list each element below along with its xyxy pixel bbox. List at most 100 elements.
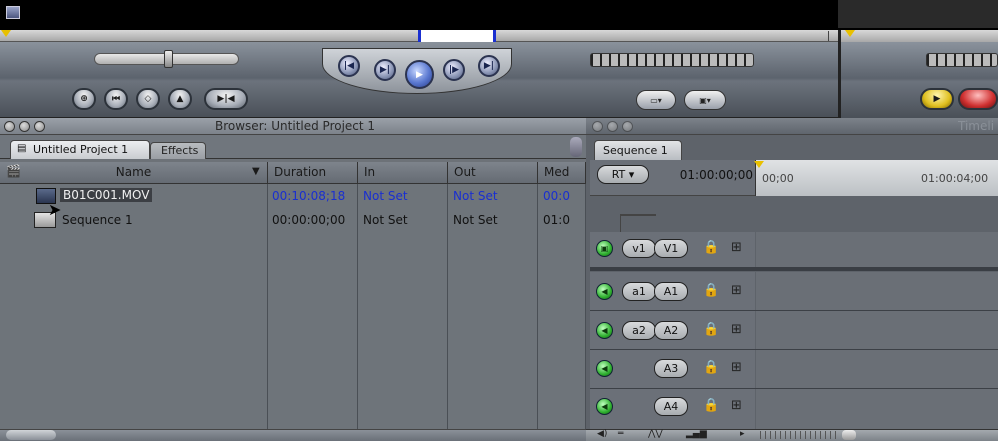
column-header-in[interactable]: In bbox=[358, 162, 448, 184]
column-header-name[interactable]: 🎬 Name ▼ bbox=[0, 162, 268, 184]
table-row[interactable]: Sequence 1 00:00:00;00 Not Set Not Set 0… bbox=[0, 210, 586, 230]
audio-track-lane[interactable] bbox=[756, 272, 998, 429]
clip-media: 00:0 bbox=[543, 189, 570, 203]
zoom-icon[interactable] bbox=[622, 121, 633, 132]
sequence-in: Not Set bbox=[363, 213, 408, 227]
tab-sequence[interactable]: Sequence 1 bbox=[594, 140, 682, 160]
mark-in-icon[interactable]: ⏮ bbox=[104, 88, 128, 110]
dest-track-a1[interactable]: A1 bbox=[654, 282, 688, 301]
audio-enable-icon[interactable]: ◀ bbox=[596, 398, 613, 415]
add-marker-icon[interactable]: ◇ bbox=[136, 88, 160, 110]
zoom-slider-left-icon[interactable]: ▸ bbox=[740, 429, 745, 439]
track-visibility-icon[interactable]: ▣ bbox=[596, 240, 613, 257]
viewer-playhead-icon[interactable] bbox=[1, 30, 11, 37]
lock-icon[interactable]: 🔒 bbox=[703, 283, 719, 298]
audio-enable-icon[interactable]: ◀ bbox=[596, 360, 613, 377]
audio-enable-icon[interactable]: ◀ bbox=[596, 322, 613, 339]
dest-label: A2 bbox=[663, 324, 679, 337]
source-label: a1 bbox=[632, 285, 646, 298]
lock-icon[interactable]: 🔒 bbox=[703, 398, 719, 413]
source-track-a2[interactable]: a2 bbox=[622, 321, 656, 340]
zoom-icon[interactable] bbox=[34, 121, 45, 132]
header-label: Med bbox=[544, 165, 570, 179]
tab-untitled-project[interactable]: ▤ Untitled Project 1 bbox=[10, 140, 150, 159]
timeline-ruler[interactable]: 00;00 01:00:04;00 bbox=[755, 160, 998, 196]
clip-name[interactable]: B01C001.MOV bbox=[60, 188, 153, 202]
source-track-v1[interactable]: v1 bbox=[622, 239, 656, 258]
sequence-media: 01:0 bbox=[543, 213, 570, 227]
source-track-a1[interactable]: a1 bbox=[622, 282, 656, 301]
canvas-scrubber-bar[interactable] bbox=[838, 30, 998, 42]
table-row[interactable]: B01C001.MOV 00:10:08;18 Not Set Not Set … bbox=[0, 186, 586, 206]
play-icon[interactable]: ▶ bbox=[405, 60, 434, 89]
auto-select-icon[interactable]: ⊞ bbox=[731, 283, 742, 298]
canvas-playhead-icon[interactable] bbox=[845, 30, 855, 37]
play-around-icon[interactable]: |▶ bbox=[443, 59, 465, 81]
column-header-media[interactable]: Med bbox=[538, 162, 586, 184]
lock-icon[interactable]: 🔒 bbox=[703, 240, 719, 255]
insert-edit-icon[interactable]: ⊕ bbox=[72, 88, 96, 110]
sequence-name[interactable]: Sequence 1 bbox=[62, 213, 133, 227]
project-icon: ▤ bbox=[17, 143, 27, 154]
auto-select-icon[interactable]: ⊞ bbox=[731, 240, 742, 255]
close-icon[interactable] bbox=[592, 121, 603, 132]
next-edit-icon[interactable]: ▶| bbox=[478, 55, 500, 77]
minimize-icon[interactable] bbox=[607, 121, 618, 132]
lock-icon[interactable]: 🔒 bbox=[703, 322, 719, 337]
dest-track-a3[interactable]: A3 bbox=[654, 359, 688, 378]
play-in-to-out-icon[interactable]: ▶| bbox=[374, 59, 396, 81]
scrollbar-thumb[interactable] bbox=[6, 430, 56, 440]
lock-icon[interactable]: 🔒 bbox=[703, 360, 719, 375]
dest-track-a4[interactable]: A4 bbox=[654, 397, 688, 416]
ruler-label: 00;00 bbox=[762, 172, 794, 185]
audio-enable-icon[interactable]: ◀ bbox=[596, 283, 613, 300]
tab-scroll-handle[interactable] bbox=[570, 137, 582, 157]
in-point-marker-icon[interactable] bbox=[418, 30, 421, 42]
tab-effects[interactable]: Effects bbox=[150, 142, 206, 159]
video-audio-separator[interactable] bbox=[590, 267, 998, 271]
column-header-out[interactable]: Out bbox=[448, 162, 538, 184]
zoom-slider-thumb[interactable] bbox=[842, 430, 856, 440]
track-size-icon[interactable]: ▂▄▆ bbox=[686, 429, 707, 439]
header-label: In bbox=[364, 165, 376, 179]
add-keyframe-icon[interactable]: ▲ bbox=[168, 88, 192, 110]
tab-label: Untitled Project 1 bbox=[33, 143, 129, 156]
match-frame-icon[interactable]: ▶|◀ bbox=[204, 88, 248, 110]
overwrite-edit-icon[interactable]: ▶ bbox=[920, 88, 954, 110]
track-height-icon[interactable]: ═ bbox=[618, 429, 623, 439]
clip-overlays-icon[interactable]: ⋀⋁ bbox=[648, 429, 663, 439]
sequence-out: Not Set bbox=[453, 213, 498, 227]
close-icon[interactable] bbox=[4, 121, 15, 132]
previous-edit-icon[interactable]: |◀ bbox=[338, 55, 360, 77]
column-header-duration[interactable]: Duration bbox=[268, 162, 358, 184]
header-label: Duration bbox=[274, 165, 327, 179]
view-popup-icon[interactable]: ▣▾ bbox=[684, 90, 726, 110]
browser-horizontal-scrollbar[interactable] bbox=[0, 429, 586, 441]
rt-popup[interactable]: RT ▾ bbox=[597, 165, 649, 184]
video-track-lane[interactable] bbox=[756, 232, 998, 267]
auto-select-icon[interactable]: ⊞ bbox=[731, 360, 742, 375]
auto-select-icon[interactable]: ⊞ bbox=[731, 398, 742, 413]
dest-label: A3 bbox=[663, 362, 679, 375]
canvas-title-bar bbox=[838, 0, 998, 28]
audio-controls-icon[interactable]: ◀) bbox=[597, 429, 607, 439]
track-divider bbox=[590, 310, 998, 311]
auto-select-icon[interactable]: ⊞ bbox=[731, 322, 742, 337]
minimize-icon[interactable] bbox=[19, 121, 30, 132]
shuttle-control[interactable] bbox=[590, 53, 754, 67]
jog-thumb[interactable] bbox=[164, 50, 173, 68]
header-label: Out bbox=[454, 165, 476, 179]
canvas-shuttle-control[interactable] bbox=[926, 53, 998, 67]
timeline-playhead-icon[interactable] bbox=[754, 161, 764, 168]
out-point-marker-icon[interactable] bbox=[493, 30, 496, 42]
zoom-slider[interactable] bbox=[760, 431, 840, 439]
dest-label: A4 bbox=[663, 400, 679, 413]
dest-track-a2[interactable]: A2 bbox=[654, 321, 688, 340]
replace-edit-icon[interactable] bbox=[958, 88, 998, 110]
dest-label: V1 bbox=[663, 242, 679, 255]
current-timecode[interactable]: 01:00:00;00 bbox=[665, 166, 753, 186]
track-header-bracket bbox=[620, 214, 656, 234]
dest-track-v1[interactable]: V1 bbox=[654, 239, 688, 258]
header-label: Name bbox=[115, 165, 152, 179]
zoom-popup-icon[interactable]: ▭▾ bbox=[636, 90, 676, 110]
